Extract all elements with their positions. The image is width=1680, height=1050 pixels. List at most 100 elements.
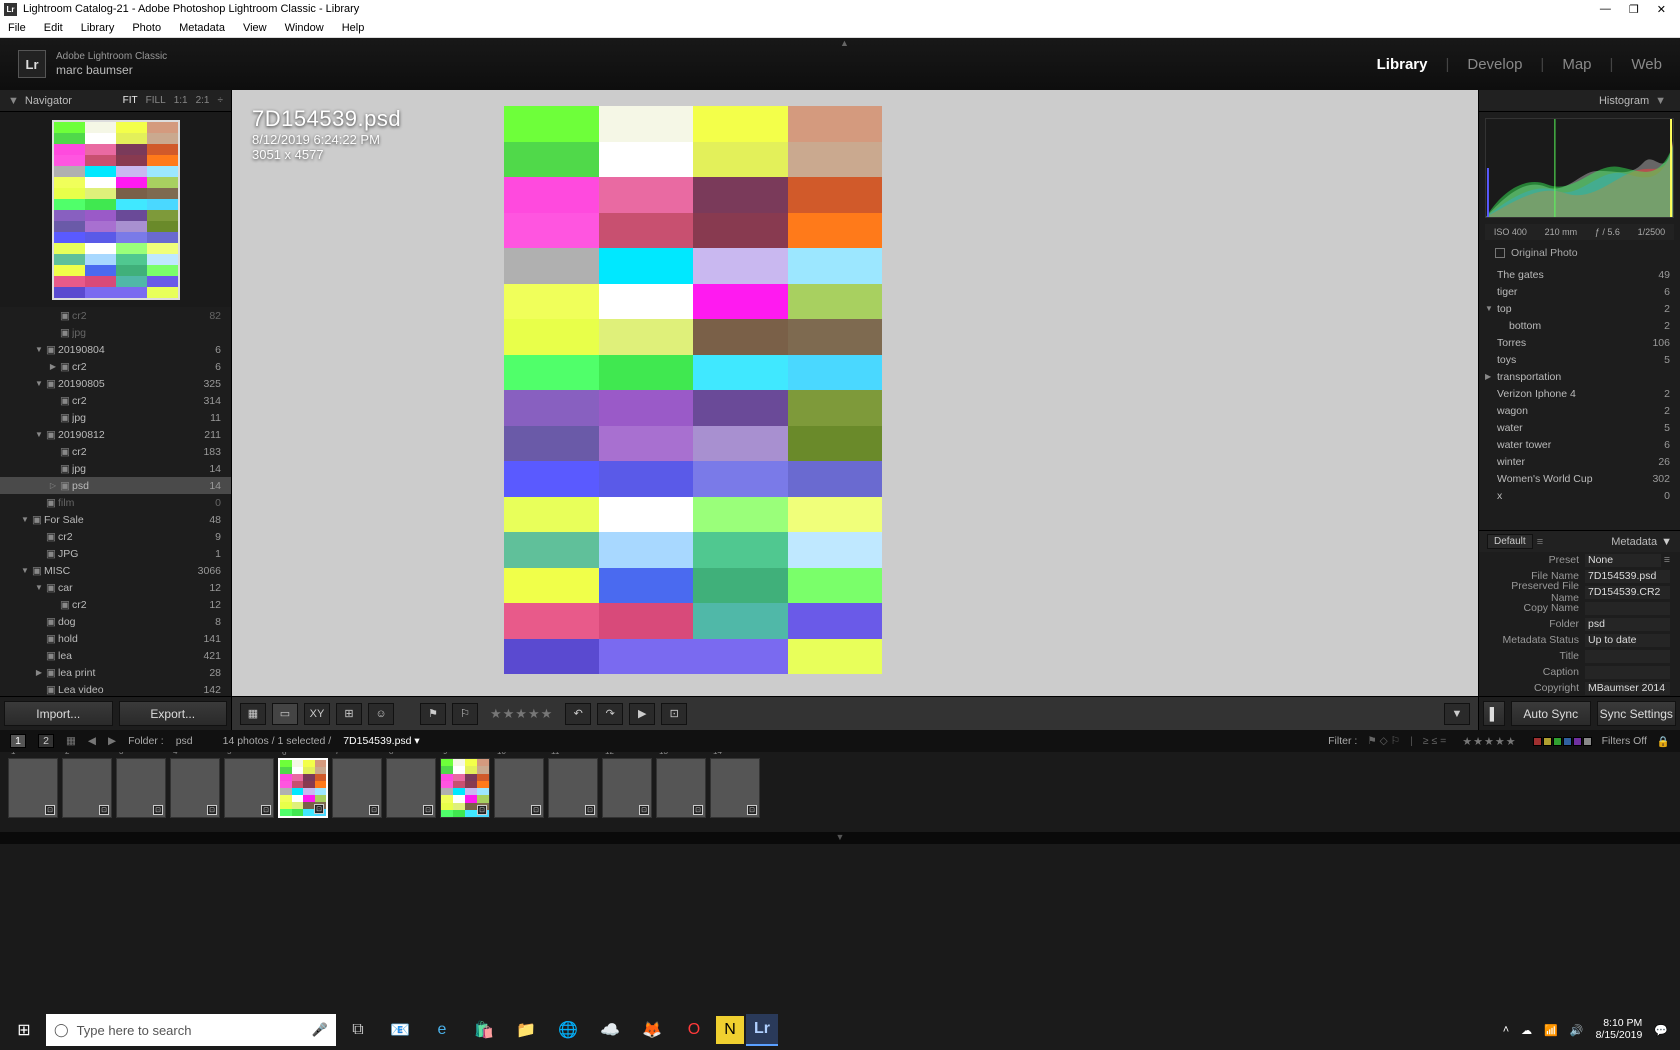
filmstrip-thumb[interactable]: 9⊡: [440, 758, 490, 818]
module-map[interactable]: Map: [1562, 56, 1591, 73]
close-icon[interactable]: ✕: [1657, 3, 1666, 16]
menu-metadata[interactable]: Metadata: [179, 22, 225, 34]
folder-row[interactable]: ▼▣For Sale48: [0, 511, 231, 528]
metadata-row[interactable]: Preserved File Name7D154539.CR2: [1479, 584, 1680, 600]
nav-mode-2:1[interactable]: 2:1: [196, 95, 210, 106]
keyword-row[interactable]: ▶transportation: [1479, 368, 1680, 385]
secondary-display-1[interactable]: 1: [10, 734, 26, 748]
keyword-row[interactable]: winter26: [1479, 453, 1680, 470]
menu-edit[interactable]: Edit: [44, 22, 63, 34]
grid-view-button[interactable]: ▦: [240, 703, 266, 725]
chrome-icon[interactable]: 🌐: [548, 1014, 588, 1046]
task-view-button[interactable]: ⧉: [338, 1014, 378, 1046]
filmstrip-thumb[interactable]: 10⊡: [494, 758, 544, 818]
filmstrip-thumb[interactable]: 2⊡: [62, 758, 112, 818]
folder-row[interactable]: ▣jpg14: [0, 460, 231, 477]
folder-row[interactable]: ▣dog8: [0, 613, 231, 630]
next-button[interactable]: ↷: [597, 703, 623, 725]
edge-icon[interactable]: e: [422, 1014, 462, 1046]
search-box[interactable]: ◯ Type here to search 🎤: [46, 1014, 336, 1046]
histogram-header[interactable]: Histogram ▼: [1479, 90, 1680, 112]
folder-row[interactable]: ▼▣20190805325: [0, 375, 231, 392]
folder-row[interactable]: ▣lea421: [0, 647, 231, 664]
menu-photo[interactable]: Photo: [132, 22, 161, 34]
keyword-row[interactable]: Torres106: [1479, 334, 1680, 351]
folder-row[interactable]: ▣JPG1: [0, 545, 231, 562]
folder-row[interactable]: ▣cr2183: [0, 443, 231, 460]
tray-chevron-icon[interactable]: ˄: [1503, 1024, 1509, 1036]
explorer-icon[interactable]: 📁: [506, 1014, 546, 1046]
folder-name[interactable]: psd: [176, 735, 193, 747]
folder-row[interactable]: ▣cr29: [0, 528, 231, 545]
filmstrip-thumb[interactable]: 11⊡: [548, 758, 598, 818]
metadata-row[interactable]: Folderpsd: [1479, 616, 1680, 632]
folder-row[interactable]: ▶▣lea print28: [0, 664, 231, 681]
rating-filter-icon[interactable]: ≥ ≤ =: [1423, 735, 1447, 747]
survey-view-button[interactable]: ⊞: [336, 703, 362, 725]
folder-row[interactable]: ▶▣cr26: [0, 358, 231, 375]
filmstrip-thumb[interactable]: 7⊡: [332, 758, 382, 818]
keyword-row[interactable]: The gates49: [1479, 266, 1680, 283]
filmstrip-thumb[interactable]: 13⊡: [656, 758, 706, 818]
navigator-header[interactable]: ▼ Navigator FITFILL1:12:1÷: [0, 90, 231, 112]
keyword-row[interactable]: Verizon Iphone 42: [1479, 385, 1680, 402]
folder-row[interactable]: ▣jpg11: [0, 409, 231, 426]
color-filter[interactable]: [1533, 737, 1592, 746]
lock-icon[interactable]: 🔒: [1657, 735, 1670, 748]
minimize-icon[interactable]: —: [1600, 3, 1611, 16]
toolbar-menu-button[interactable]: ▼: [1444, 703, 1470, 725]
notifications-icon[interactable]: 💬: [1654, 1024, 1668, 1037]
keyword-row[interactable]: x0: [1479, 487, 1680, 504]
folder-row[interactable]: ▣cr212: [0, 596, 231, 613]
secondary-display-2[interactable]: 2: [38, 734, 54, 748]
original-photo-toggle[interactable]: Original Photo: [1485, 244, 1674, 262]
folder-row[interactable]: ▣jpg: [0, 324, 231, 341]
sync-settings-button[interactable]: Sync Settings: [1597, 701, 1677, 726]
export-button[interactable]: Export...: [119, 701, 228, 726]
filmstrip-thumb[interactable]: 6⊡: [278, 758, 328, 818]
folder-row[interactable]: ▣film0: [0, 494, 231, 511]
metadata-row[interactable]: CopyrightMBaumser 2014: [1479, 680, 1680, 696]
folder-row[interactable]: ▼▣20190812211: [0, 426, 231, 443]
tray-volume-icon[interactable]: 🔊: [1570, 1024, 1584, 1037]
filmstrip-thumb[interactable]: 12⊡: [602, 758, 652, 818]
maximize-icon[interactable]: ❐: [1629, 3, 1639, 16]
menu-window[interactable]: Window: [285, 22, 324, 34]
metadata-row[interactable]: Copy Name: [1479, 600, 1680, 616]
flag-filter-icon[interactable]: ⚑ ◇ ⚐: [1367, 735, 1400, 747]
keyword-row[interactable]: bottom2: [1479, 317, 1680, 334]
slideshow-button[interactable]: ▶: [629, 703, 655, 725]
onedrive-icon[interactable]: ☁️: [590, 1014, 630, 1046]
loupe-view[interactable]: 7D154539.psd 8/12/2019 6:24:22 PM 3051 x…: [232, 90, 1478, 696]
nav-mode-FIT[interactable]: FIT: [123, 95, 138, 106]
menu-library[interactable]: Library: [81, 22, 115, 34]
store-icon[interactable]: 🛍️: [464, 1014, 504, 1046]
filmstrip-thumb[interactable]: 1⊡: [8, 758, 58, 818]
navigator-thumbnail[interactable]: [0, 112, 231, 307]
module-library[interactable]: Library: [1377, 56, 1428, 73]
thumbnail-size-button[interactable]: ⊡: [661, 703, 687, 725]
keyword-row[interactable]: wagon2: [1479, 402, 1680, 419]
keyword-row[interactable]: tiger6: [1479, 283, 1680, 300]
panel-collapse-handle-top[interactable]: ▲: [840, 38, 849, 48]
folder-row[interactable]: ▼▣car12: [0, 579, 231, 596]
folder-row[interactable]: ▼▣MISC3066: [0, 562, 231, 579]
tray-wifi-icon[interactable]: 📶: [1544, 1024, 1558, 1037]
start-button[interactable]: ⊞: [4, 1014, 44, 1046]
menu-file[interactable]: File: [8, 22, 26, 34]
import-button[interactable]: Import...: [4, 701, 113, 726]
module-develop[interactable]: Develop: [1467, 56, 1522, 73]
keyword-row[interactable]: water5: [1479, 419, 1680, 436]
current-photo[interactable]: 7D154539.psd ▾: [343, 735, 420, 747]
metadata-mode-select[interactable]: Default: [1487, 534, 1533, 549]
folder-row[interactable]: ▣Lea video142: [0, 681, 231, 696]
folder-row[interactable]: ▣cr282: [0, 307, 231, 324]
auto-sync-button[interactable]: Auto Sync: [1511, 701, 1591, 726]
firefox-icon[interactable]: 🦊: [632, 1014, 672, 1046]
notes-icon[interactable]: N: [716, 1016, 744, 1044]
system-clock[interactable]: 8:10 PM 8/15/2019: [1596, 1018, 1643, 1041]
grid-icon[interactable]: ▦: [66, 735, 76, 747]
folder-row[interactable]: ▷▣psd14: [0, 477, 231, 494]
loupe-view-button[interactable]: ▭: [272, 703, 298, 725]
forward-icon[interactable]: ▶: [108, 735, 116, 747]
